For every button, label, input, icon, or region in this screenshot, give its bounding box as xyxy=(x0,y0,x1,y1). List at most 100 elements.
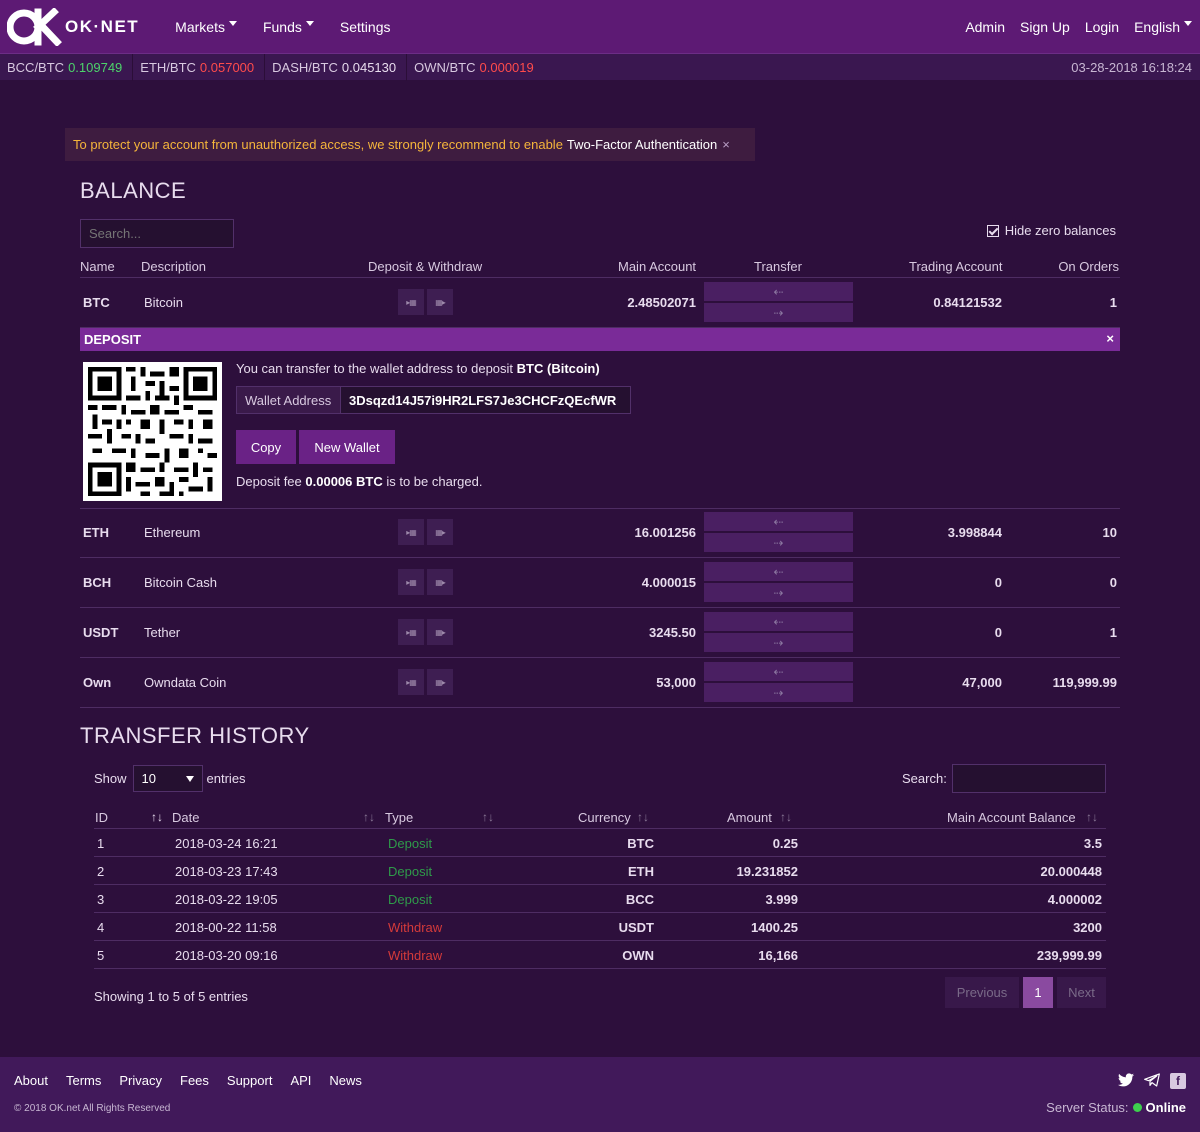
deposit-button[interactable]: ▸▦ xyxy=(398,619,424,645)
row-balance: 3200 xyxy=(1073,920,1102,935)
pagination-next-button[interactable]: Next xyxy=(1057,977,1106,1008)
deposit-icon: ▸▦ xyxy=(406,527,417,537)
transfer-to-main-button[interactable]: ⇠ xyxy=(704,512,853,531)
alert-close-icon[interactable]: × xyxy=(722,137,730,152)
entries-select[interactable]: 10 xyxy=(132,765,203,792)
transfer-to-main-button[interactable]: ⇠ xyxy=(704,562,853,581)
footer-link-about[interactable]: About xyxy=(14,1073,48,1088)
hide-zero-checkbox[interactable]: Hide zero balances xyxy=(986,223,1116,238)
copy-button[interactable]: Copy xyxy=(236,430,296,464)
ticker-item[interactable]: BCC/BTC 0.109749 xyxy=(0,53,134,81)
transfer-to-main-button[interactable]: ⇠ xyxy=(704,662,853,681)
language-selector[interactable]: English xyxy=(1134,19,1192,35)
deposit-close-icon[interactable]: × xyxy=(1106,331,1114,346)
withdraw-button[interactable]: ▦▸ xyxy=(427,569,453,595)
deposit-button[interactable]: ▸▦ xyxy=(398,519,424,545)
deposit-button[interactable]: ▸▦ xyxy=(398,569,424,595)
table-row: 5 2018-03-20 09:16 Withdraw OWN 16,166 2… xyxy=(94,941,1106,969)
deposit-icon: ▸▦ xyxy=(406,677,417,687)
sort-icon[interactable]: ↑↓ xyxy=(363,810,375,824)
ticker-item[interactable]: ETH/BTC 0.057000 xyxy=(133,53,266,81)
col-main-account: Main Account xyxy=(618,259,697,274)
withdraw-button[interactable]: ▦▸ xyxy=(427,289,453,315)
chevron-down-icon xyxy=(305,21,314,26)
main-balance: 16.001256 xyxy=(634,525,696,540)
coin-symbol: Own xyxy=(83,675,112,690)
footer-link-api[interactable]: API xyxy=(290,1073,311,1088)
pagination-page-1[interactable]: 1 xyxy=(1023,977,1053,1008)
nav-settings[interactable]: Settings xyxy=(340,19,391,35)
transfer-to-trading-button[interactable]: ⇢ xyxy=(704,583,853,602)
telegram-icon[interactable] xyxy=(1144,1073,1160,1089)
alert-2fa-link[interactable]: Two-Factor Authentication xyxy=(567,137,717,152)
sort-icon[interactable]: ↑↓ xyxy=(151,810,163,824)
history-search-input[interactable] xyxy=(952,764,1106,793)
transfer-to-main-button[interactable]: ⇠ xyxy=(704,282,853,301)
col-type[interactable]: Type xyxy=(385,810,413,825)
row-id: 4 xyxy=(97,920,105,935)
fee-value: 0.00006 BTC xyxy=(305,474,383,489)
sort-icon[interactable]: ↑↓ xyxy=(1086,810,1098,824)
footer-link-privacy[interactable]: Privacy xyxy=(119,1073,162,1088)
transfer-to-trading-button[interactable]: ⇢ xyxy=(704,633,853,652)
col-currency[interactable]: Currency xyxy=(578,810,631,825)
footer-link-news[interactable]: News xyxy=(329,1073,362,1088)
logo[interactable]: OK·NET xyxy=(6,0,139,53)
ticker-pair: OWN/BTC xyxy=(414,59,476,75)
balance-title: BALANCE xyxy=(80,178,187,203)
sort-icon[interactable]: ↑↓ xyxy=(482,810,494,824)
on-orders: 1 xyxy=(1109,295,1117,310)
row-balance: 3.5 xyxy=(1083,836,1102,851)
balance-search-input[interactable] xyxy=(80,219,234,248)
withdraw-button[interactable]: ▦▸ xyxy=(427,619,453,645)
row-id: 1 xyxy=(97,836,105,851)
nav-signup[interactable]: Sign Up xyxy=(1020,19,1070,35)
deposit-button[interactable]: ▸▦ xyxy=(398,669,424,695)
col-amount[interactable]: Amount xyxy=(727,810,772,825)
transfer-to-main-button[interactable]: ⇠ xyxy=(704,612,853,631)
col-date[interactable]: Date xyxy=(172,810,199,825)
coin-symbol: BTC xyxy=(83,295,110,310)
withdraw-button[interactable]: ▦▸ xyxy=(427,669,453,695)
nav-funds[interactable]: Funds xyxy=(263,19,314,35)
ticker-value: 0.057000 xyxy=(199,59,255,75)
footer-links: About Terms Privacy Fees Support API New… xyxy=(14,1073,380,1088)
balance-row: ETH Ethereum ▸▦ ▦▸ 16.001256 ⇠ ⇢ 3.99884… xyxy=(80,508,1120,558)
sort-icon[interactable]: ↑↓ xyxy=(637,810,649,824)
col-on-orders: On Orders xyxy=(1058,259,1119,274)
ticker-item[interactable]: OWN/BTC 0.000019 xyxy=(407,54,544,81)
col-id[interactable]: ID xyxy=(95,810,108,825)
col-description: Description xyxy=(141,259,207,274)
pagination-previous-button[interactable]: Previous xyxy=(945,977,1019,1008)
table-row: 1 2018-03-24 16:21 Deposit BTC 0.25 3.5 xyxy=(94,829,1106,857)
withdraw-button[interactable]: ▦▸ xyxy=(427,519,453,545)
nav-admin[interactable]: Admin xyxy=(965,19,1005,35)
facebook-icon[interactable]: f xyxy=(1170,1073,1186,1089)
table-row: 4 2018-00-22 11:58 Withdraw USDT 1400.25… xyxy=(94,913,1106,941)
footer-link-support[interactable]: Support xyxy=(227,1073,273,1088)
transfer-to-trading-button[interactable]: ⇢ xyxy=(704,533,853,552)
coin-description: Tether xyxy=(144,625,181,640)
footer-link-terms[interactable]: Terms xyxy=(66,1073,101,1088)
col-main-balance[interactable]: Main Account Balance xyxy=(947,810,1076,825)
twitter-icon[interactable] xyxy=(1118,1073,1134,1089)
new-wallet-button[interactable]: New Wallet xyxy=(299,430,395,464)
row-id: 3 xyxy=(97,892,105,907)
transfer-to-trading-button[interactable]: ⇢ xyxy=(704,683,853,702)
ticker-pair: ETH/BTC xyxy=(140,59,196,75)
arrow-right-icon: ⇢ xyxy=(773,535,784,550)
row-date: 2018-03-20 09:16 xyxy=(175,948,278,963)
main-balance: 2.48502071 xyxy=(627,295,696,310)
status-online-icon xyxy=(1132,1103,1142,1112)
deposit-button[interactable]: ▸▦ xyxy=(398,289,424,315)
wallet-address-field[interactable]: 3Dsqzd14J57i9HR2LFS7Je3CHCFzQEcfWR xyxy=(341,387,630,413)
nav-markets[interactable]: Markets xyxy=(175,19,237,35)
row-date: 2018-03-24 16:21 xyxy=(175,836,278,851)
transfer-to-trading-button[interactable]: ⇢ xyxy=(704,303,853,322)
alert-text: To protect your account from unauthorize… xyxy=(73,137,563,152)
footer-link-fees[interactable]: Fees xyxy=(180,1073,209,1088)
server-status-label: Server Status: xyxy=(1046,1100,1129,1115)
ticker-item[interactable]: DASH/BTC 0.045130 xyxy=(265,53,408,81)
sort-icon[interactable]: ↑↓ xyxy=(780,810,792,824)
nav-login[interactable]: Login xyxy=(1085,19,1119,35)
